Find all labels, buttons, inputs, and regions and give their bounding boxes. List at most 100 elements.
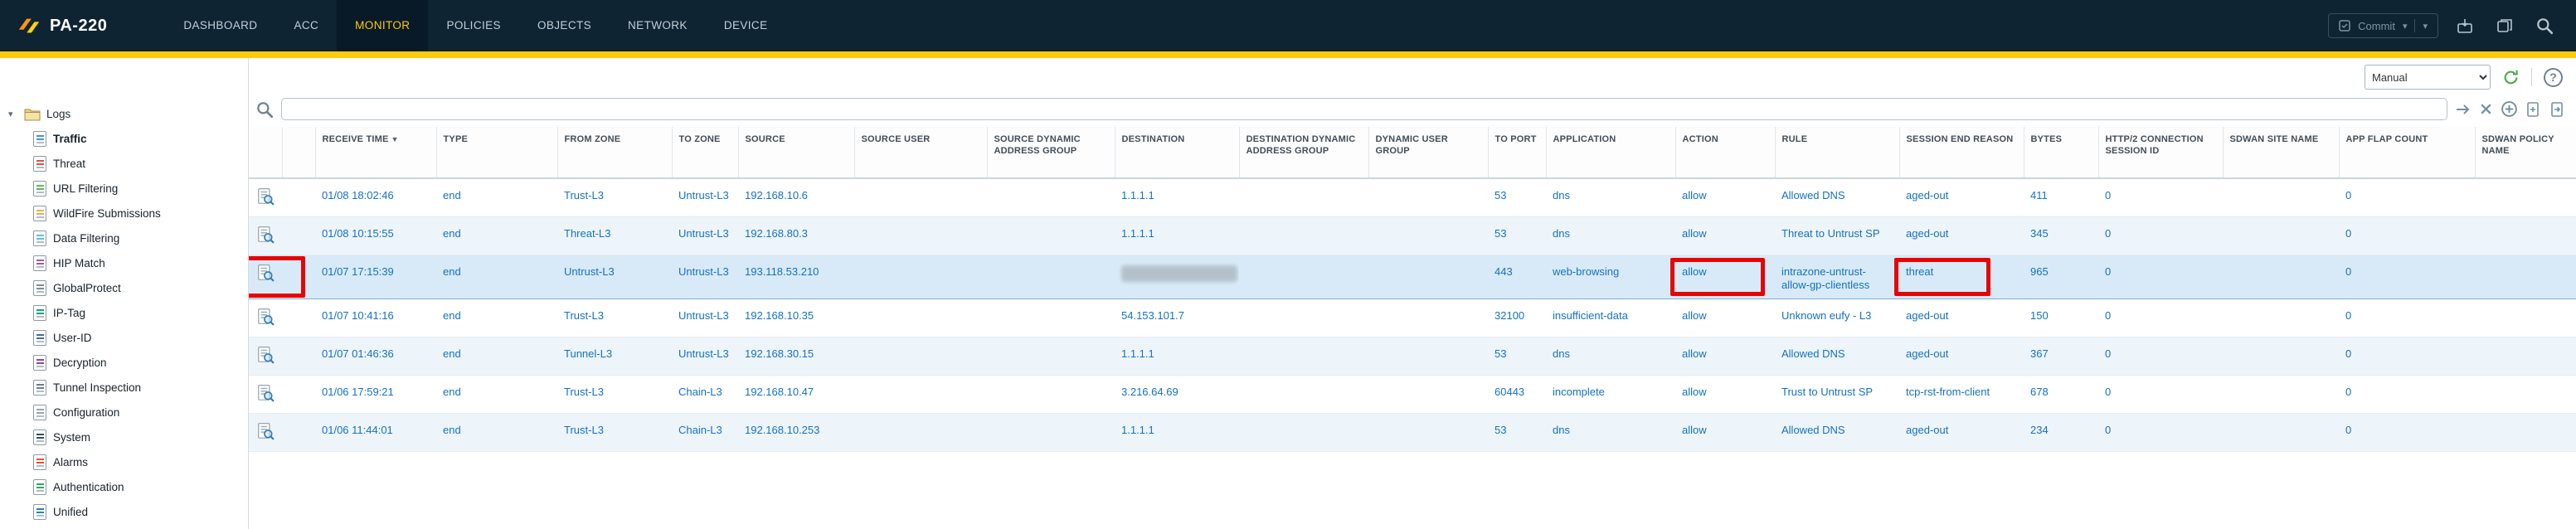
- cell-bytes[interactable]: 367: [2024, 337, 2098, 375]
- cell-bytes[interactable]: 965: [2024, 255, 2098, 298]
- cell-app-flap-count[interactable]: 0: [2339, 375, 2475, 413]
- sidebar-item-decryption[interactable]: Decryption: [0, 350, 248, 375]
- log-row[interactable]: 01/08 10:15:55endThreat-L3Untrust-L3192.…: [249, 216, 2576, 255]
- col-header-type[interactable]: TYPE: [436, 127, 557, 178]
- col-header-destination-dynamic-address-group[interactable]: DESTINATION DYNAMIC ADDRESS GROUP: [1239, 127, 1368, 178]
- cell-receive-time[interactable]: 01/07 01:46:36: [315, 337, 436, 375]
- cell-to-zone[interactable]: Untrust-L3: [672, 337, 738, 375]
- add-filter-button[interactable]: [2501, 100, 2518, 118]
- cell-app-flap-count[interactable]: 0: [2339, 298, 2475, 337]
- cell-from-zone[interactable]: Trust-L3: [557, 413, 672, 451]
- cell-action[interactable]: allow: [1675, 413, 1775, 451]
- cell-type[interactable]: end: [436, 178, 557, 216]
- cell-app-flap-count[interactable]: 0: [2339, 255, 2475, 298]
- commit-button[interactable]: Commit ▾ ▾: [2328, 13, 2438, 38]
- cell-type[interactable]: end: [436, 216, 557, 255]
- cell-type[interactable]: end: [436, 255, 557, 298]
- cell-action[interactable]: allow: [1675, 375, 1775, 413]
- cell-source[interactable]: 192.168.10.253: [738, 413, 854, 451]
- cell-receive-time[interactable]: 01/07 17:15:39: [315, 255, 436, 298]
- col-header-to-port[interactable]: TO PORT: [1488, 127, 1546, 178]
- col-header-source[interactable]: SOURCE: [738, 127, 854, 178]
- cell-session-end-reason[interactable]: aged-out: [1899, 178, 2024, 216]
- cell-session-end-reason[interactable]: aged-out: [1899, 216, 2024, 255]
- sidebar-item-tunnel-inspection[interactable]: Tunnel Inspection: [0, 375, 248, 400]
- cell-rule[interactable]: Allowed DNS: [1775, 413, 1899, 451]
- cell-session-end-reason[interactable]: threat: [1899, 255, 2024, 298]
- cell-to-port[interactable]: 53: [1488, 216, 1546, 255]
- col-header-source-dynamic-address-group[interactable]: SOURCE DYNAMIC ADDRESS GROUP: [987, 127, 1115, 178]
- sidebar-item-partial[interactable]: [0, 524, 248, 529]
- load-filter-button[interactable]: [2549, 101, 2566, 118]
- cell-from-zone[interactable]: Tunnel-L3: [557, 337, 672, 375]
- help-button[interactable]: ?: [2544, 68, 2563, 87]
- col-header-session-end-reason[interactable]: SESSION END REASON: [1899, 127, 2024, 178]
- cell-from-zone[interactable]: Trust-L3: [557, 178, 672, 216]
- cell-application[interactable]: insufficient-data: [1546, 298, 1675, 337]
- save-config-button[interactable]: [2452, 12, 2478, 39]
- cell-http2-connection-session-id[interactable]: 0: [2098, 255, 2223, 298]
- cell-http2-connection-session-id[interactable]: 0: [2098, 298, 2223, 337]
- cell-to-zone[interactable]: Untrust-L3: [672, 255, 738, 298]
- cell-to-port[interactable]: 53: [1488, 337, 1546, 375]
- sidebar-item-traffic[interactable]: Traffic: [0, 126, 248, 151]
- cell-to-zone[interactable]: Chain-L3: [672, 413, 738, 451]
- col-header-dynamic-user-group[interactable]: DYNAMIC USER GROUP: [1368, 127, 1488, 178]
- sidebar-item-configuration[interactable]: Configuration: [0, 400, 248, 425]
- cell-rule[interactable]: Unknown eufy - L3: [1775, 298, 1899, 337]
- sidebar-item-alarms[interactable]: Alarms: [0, 449, 248, 474]
- nav-tab-policies[interactable]: POLICIES: [428, 0, 518, 51]
- col-header-bytes[interactable]: BYTES: [2024, 127, 2098, 178]
- nav-tab-acc[interactable]: ACC: [275, 0, 337, 51]
- cell-app-flap-count[interactable]: 0: [2339, 216, 2475, 255]
- cell-destination[interactable]: 1.1.1.1: [1115, 216, 1239, 255]
- col-header-application[interactable]: APPLICATION: [1546, 127, 1675, 178]
- refresh-mode-select[interactable]: Manual: [2365, 65, 2491, 90]
- sidebar-item-data-filtering[interactable]: Data Filtering: [0, 226, 248, 250]
- cell-type[interactable]: end: [436, 298, 557, 337]
- sidebar-item-authentication[interactable]: Authentication: [0, 474, 248, 499]
- cell-destination[interactable]: 1.1.1.1: [1115, 337, 1239, 375]
- cell-action[interactable]: allow: [1675, 178, 1775, 216]
- clear-filter-button[interactable]: [2479, 102, 2493, 116]
- log-row[interactable]: 01/07 10:41:16endTrust-L3Untrust-L3192.1…: [249, 298, 2576, 337]
- cell-destination[interactable]: 54.153.101.7: [1115, 298, 1239, 337]
- cell-receive-time[interactable]: 01/07 10:41:16: [315, 298, 436, 337]
- cell-to-zone[interactable]: Untrust-L3: [672, 178, 738, 216]
- cell-to-zone[interactable]: Untrust-L3: [672, 298, 738, 337]
- tree-collapse-icon[interactable]: ▾: [8, 109, 18, 119]
- refresh-button[interactable]: [2502, 69, 2520, 86]
- cell-from-zone[interactable]: Trust-L3: [557, 375, 672, 413]
- cell-to-zone[interactable]: Untrust-L3: [672, 216, 738, 255]
- cell-type[interactable]: end: [436, 375, 557, 413]
- sidebar-item-system[interactable]: System: [0, 425, 248, 449]
- nav-tab-monitor[interactable]: MONITOR: [337, 0, 428, 51]
- sidebar-item-hip-match[interactable]: HIP Match: [0, 250, 248, 275]
- cell-to-port[interactable]: 32100: [1488, 298, 1546, 337]
- nav-tab-objects[interactable]: OBJECTS: [519, 0, 610, 51]
- cell-source[interactable]: 192.168.10.6: [738, 178, 854, 216]
- cell-rule[interactable]: intrazone-untrust-allow-gp-clientless: [1775, 255, 1899, 298]
- sidebar-root-logs[interactable]: ▾ Logs: [0, 101, 248, 126]
- cell-rule[interactable]: Trust to Untrust SP: [1775, 375, 1899, 413]
- cell-session-end-reason[interactable]: aged-out: [1899, 413, 2024, 451]
- cell-action[interactable]: allow: [1675, 337, 1775, 375]
- sidebar-item-unified[interactable]: Unified: [0, 499, 248, 524]
- cell-app-flap-count[interactable]: 0: [2339, 337, 2475, 375]
- col-header-app-flap-count[interactable]: APP FLAP COUNT: [2339, 127, 2475, 178]
- log-row[interactable]: 01/06 17:59:21endTrust-L3Chain-L3192.168…: [249, 375, 2576, 413]
- cell-to-zone[interactable]: Chain-L3: [672, 375, 738, 413]
- cell-application[interactable]: dns: [1546, 337, 1675, 375]
- cell-source[interactable]: 192.168.80.3: [738, 216, 854, 255]
- sidebar-item-threat[interactable]: Threat: [0, 151, 248, 176]
- nav-tab-network[interactable]: NETWORK: [610, 0, 706, 51]
- sidebar-item-wildfire-submissions[interactable]: WildFire Submissions: [0, 201, 248, 226]
- col-header-sdwan-site-name[interactable]: SDWAN SITE NAME: [2223, 127, 2339, 178]
- cell-source[interactable]: 192.168.30.15: [738, 337, 854, 375]
- cell-app-flap-count[interactable]: 0: [2339, 178, 2475, 216]
- apply-filter-button[interactable]: [2455, 101, 2472, 118]
- global-search-button[interactable]: [2531, 12, 2558, 39]
- cell-application[interactable]: web-browsing: [1546, 255, 1675, 298]
- col-header-action[interactable]: ACTION: [1675, 127, 1775, 178]
- cell-destination[interactable]: 1.1.1.1: [1115, 178, 1239, 216]
